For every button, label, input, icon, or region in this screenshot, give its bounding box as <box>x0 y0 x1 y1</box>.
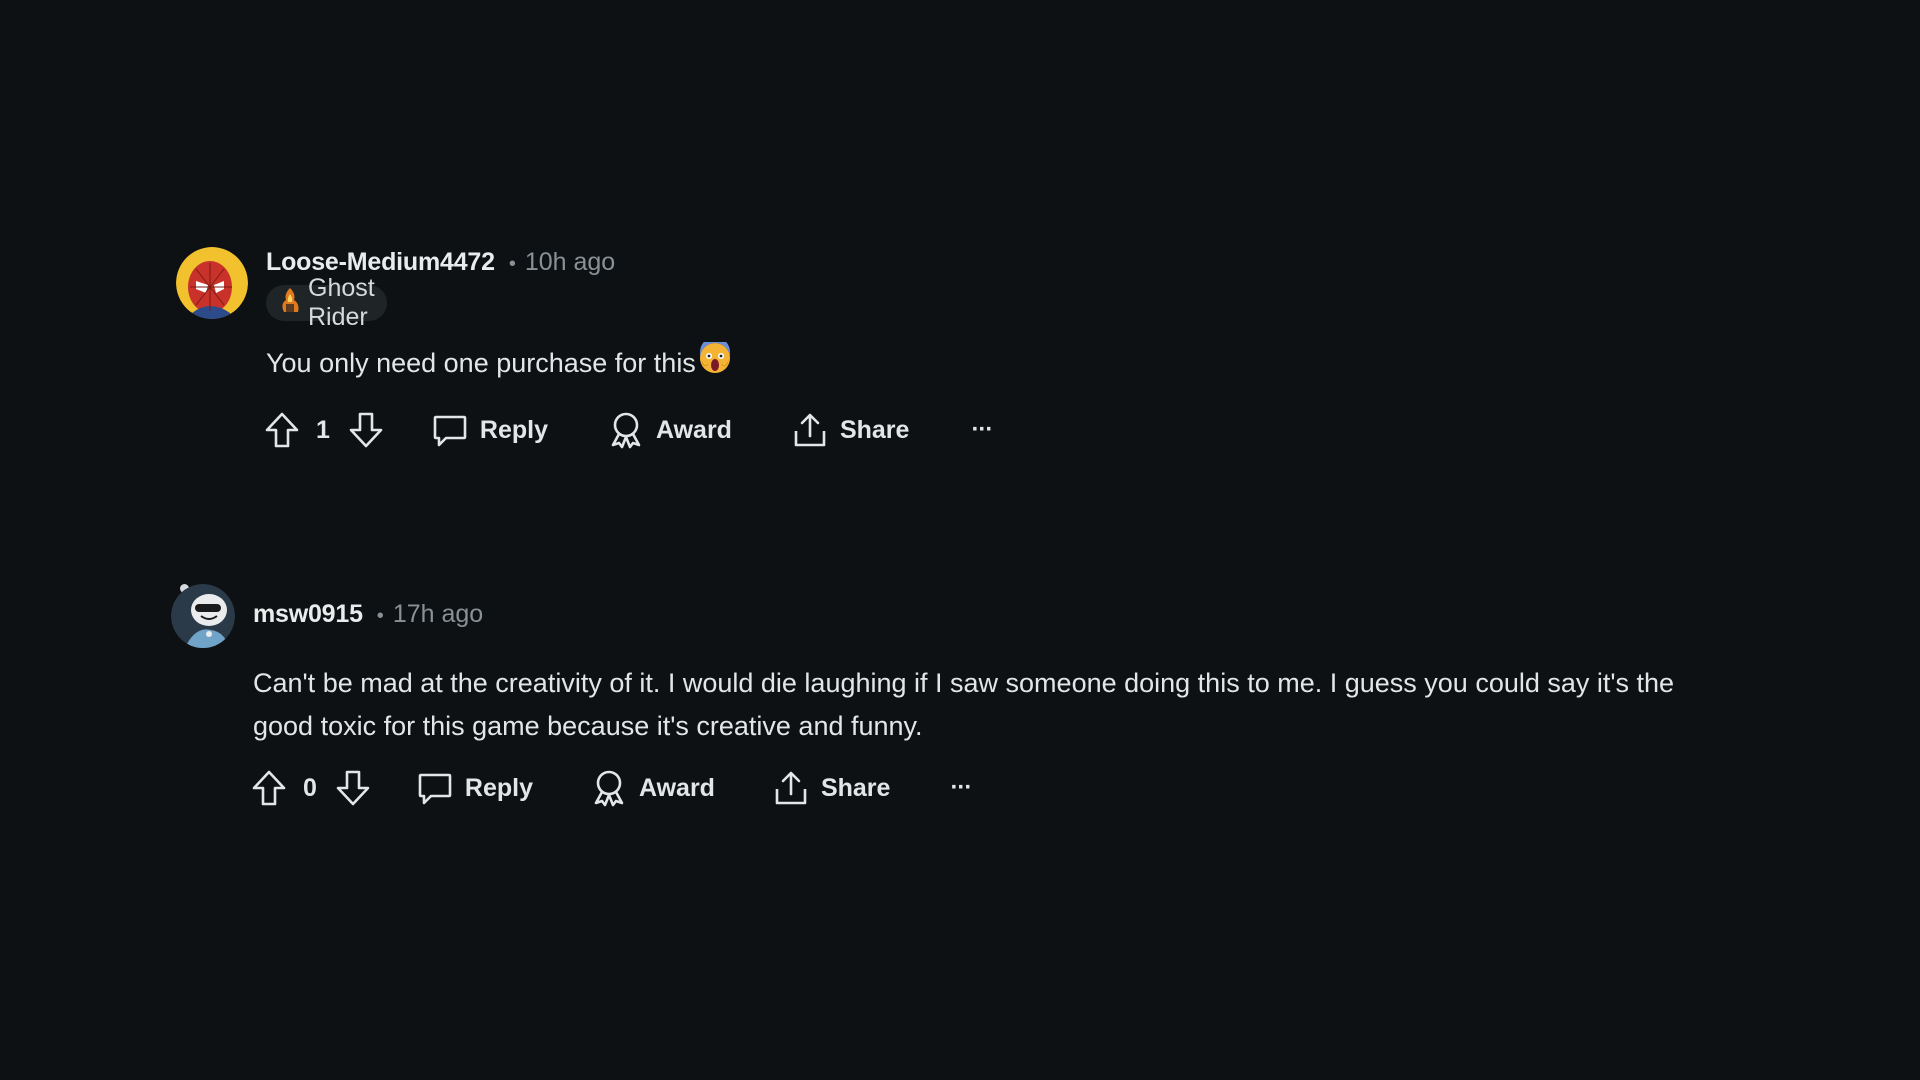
spiderman-avatar-icon <box>176 247 248 319</box>
share-label: Share <box>820 773 891 802</box>
comment-body: You only need one purchase for this <box>266 337 1666 387</box>
comment-text: Can't be mad at the creativity of it. I … <box>253 668 1675 741</box>
flair-label: Ghost Rider <box>308 274 375 331</box>
more-options-button[interactable]: ··· <box>950 774 972 802</box>
reply-button[interactable]: Reply <box>417 770 533 806</box>
share-button[interactable]: Share <box>773 769 890 807</box>
upvote-button[interactable] <box>251 769 287 807</box>
comment-actions: 0 Reply Award Share ··· <box>251 766 972 810</box>
reply-label: Reply <box>464 773 533 802</box>
downvote-arrow-icon <box>349 412 383 448</box>
chat-bubble-icon <box>433 415 467 447</box>
vote-score: 1 <box>316 415 330 444</box>
award-ribbon-icon <box>611 412 641 449</box>
avatar[interactable] <box>176 247 248 319</box>
comment-meta: msw0915 • 17h ago <box>253 600 483 629</box>
share-upload-icon <box>775 771 807 805</box>
user-flair: Ghost Rider <box>266 274 387 331</box>
vote-score: 0 <box>303 773 317 802</box>
username[interactable]: msw0915 <box>253 600 363 629</box>
more-options-button[interactable]: ··· <box>971 416 993 444</box>
reply-button[interactable]: Reply <box>432 412 548 448</box>
separator-dot: • <box>508 253 516 275</box>
share-upload-icon <box>794 413 826 447</box>
share-button[interactable]: Share <box>792 411 909 449</box>
award-ribbon-icon <box>594 770 624 807</box>
award-label: Award <box>639 773 715 802</box>
upvote-button[interactable] <box>264 411 300 449</box>
comment-actions: 1 Reply Award Share ··· <box>264 408 993 452</box>
chat-bubble-icon <box>418 773 452 805</box>
timestamp[interactable]: 10h ago <box>525 248 615 277</box>
award-button[interactable]: Award <box>591 769 715 807</box>
upvote-arrow-icon <box>265 412 299 448</box>
comment-thread: Loose-Medium4472 • 10h ago Ghost Rider Y… <box>0 0 1920 1080</box>
comment-body: Can't be mad at the creativity of it. I … <box>253 662 1733 748</box>
snoo-avatar-icon <box>171 584 235 648</box>
award-button[interactable]: Award <box>608 411 732 449</box>
upvote-arrow-icon <box>252 770 286 806</box>
ghost-rider-flair-icon <box>278 286 302 321</box>
share-label: Share <box>839 415 910 444</box>
award-label: Award <box>656 415 732 444</box>
reply-label: Reply <box>479 415 548 444</box>
comment-text: You only need one purchase for this <box>266 348 696 378</box>
timestamp[interactable]: 17h ago <box>393 600 483 629</box>
username[interactable]: Loose-Medium4472 <box>266 248 495 277</box>
downvote-arrow-icon <box>336 770 370 806</box>
avatar[interactable] <box>171 584 235 648</box>
face-screaming-emoji-icon <box>699 337 731 387</box>
downvote-button[interactable] <box>348 411 384 449</box>
comment-meta: Loose-Medium4472 • 10h ago <box>266 248 615 277</box>
downvote-button[interactable] <box>335 769 371 807</box>
separator-dot: • <box>376 605 384 627</box>
